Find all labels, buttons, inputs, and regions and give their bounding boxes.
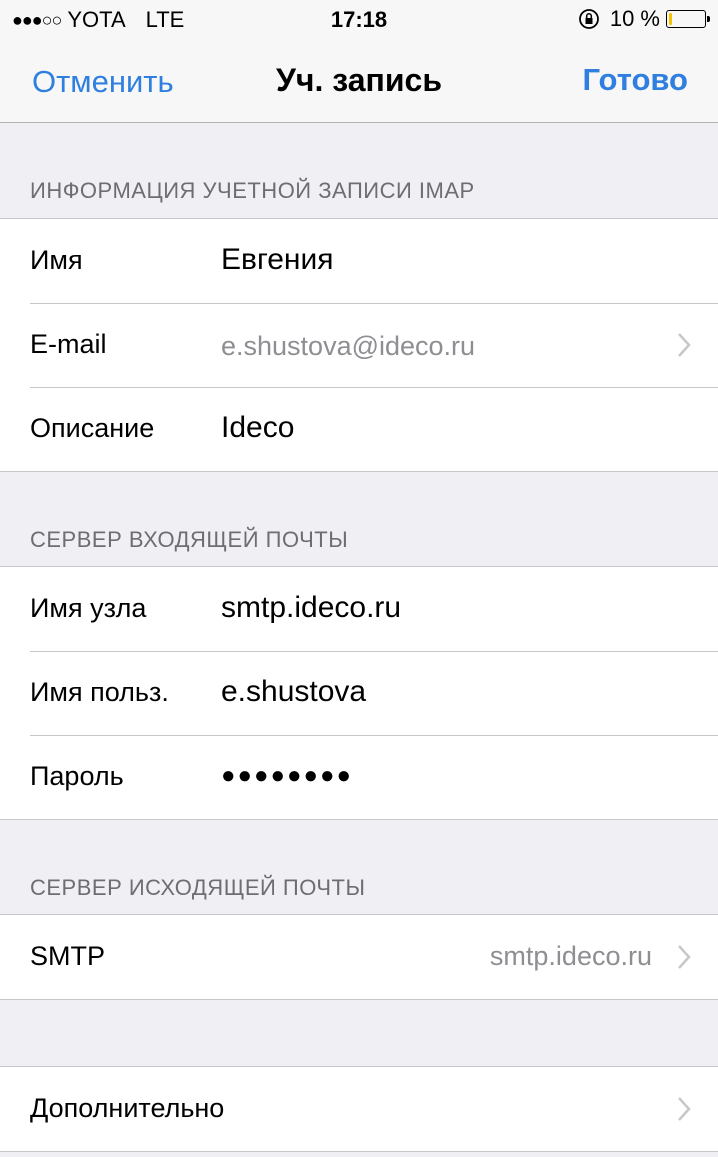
chevron-right-icon — [678, 1097, 691, 1121]
smtp-label: SMTP — [30, 941, 106, 971]
outgoing-group: SMTP smtp.ideco.ru — [0, 914, 718, 1000]
username-label: Имя польз. — [30, 677, 169, 707]
battery-percent: 10 % — [609, 6, 660, 31]
password-label: Пароль — [30, 761, 124, 791]
description-label: Описание — [30, 413, 155, 443]
status-right: 10 % — [578, 6, 710, 32]
section-header-outgoing: СЕРВЕР ИСХОДЯЩЕЙ ПОЧТЫ — [30, 875, 366, 900]
account-group: Имя Евгения E-mail e.shustova@ideco.ru О… — [0, 218, 718, 472]
smtp-value: smtp.ideco.ru — [489, 941, 652, 971]
name-label: Имя — [30, 245, 83, 275]
host-label: Имя узла — [30, 593, 147, 623]
host-row[interactable]: Имя узла smtp.ideco.ru — [0, 567, 718, 651]
name-row[interactable]: Имя Евгения — [0, 219, 718, 303]
email-row[interactable]: E-mail e.shustova@ideco.ru — [0, 303, 718, 387]
advanced-row[interactable]: Дополнительно — [0, 1067, 718, 1151]
chevron-right-icon — [678, 333, 691, 357]
password-row[interactable]: Пароль ●●●●●●●● — [0, 735, 718, 819]
status-bar: ●●●○○ YOTA LTE 17:18 10 % — [0, 0, 718, 40]
section-header-incoming: СЕРВЕР ВХОДЯЩЕЙ ПОЧТЫ — [30, 527, 349, 552]
battery-level — [669, 13, 672, 25]
smtp-row[interactable]: SMTP smtp.ideco.ru — [0, 915, 718, 999]
advanced-label: Дополнительно — [30, 1093, 225, 1123]
description-field[interactable]: Ideco — [221, 411, 294, 445]
battery-icon — [666, 10, 710, 28]
rotation-lock-icon — [578, 9, 599, 29]
chevron-right-icon — [678, 945, 691, 969]
email-value: e.shustova@ideco.ru — [221, 331, 476, 361]
done-button[interactable]: Готово — [583, 62, 689, 98]
username-field[interactable]: e.shustova — [221, 675, 366, 709]
username-row[interactable]: Имя польз. e.shustova — [0, 651, 718, 735]
password-field[interactable]: ●●●●●●●● — [221, 762, 353, 790]
name-field[interactable]: Евгения — [221, 243, 334, 277]
section-header-account: ИНФОРМАЦИЯ УЧЕТНОЙ ЗАПИСИ IMAP — [30, 178, 475, 203]
email-label: E-mail — [30, 329, 107, 359]
advanced-group: Дополнительно — [0, 1066, 718, 1152]
navigation-bar: Отменить Уч. запись Готово — [0, 40, 718, 123]
incoming-group: Имя узла smtp.ideco.ru Имя польз. e.shus… — [0, 566, 718, 820]
description-row[interactable]: Описание Ideco — [0, 387, 718, 471]
host-field[interactable]: smtp.ideco.ru — [221, 591, 401, 625]
